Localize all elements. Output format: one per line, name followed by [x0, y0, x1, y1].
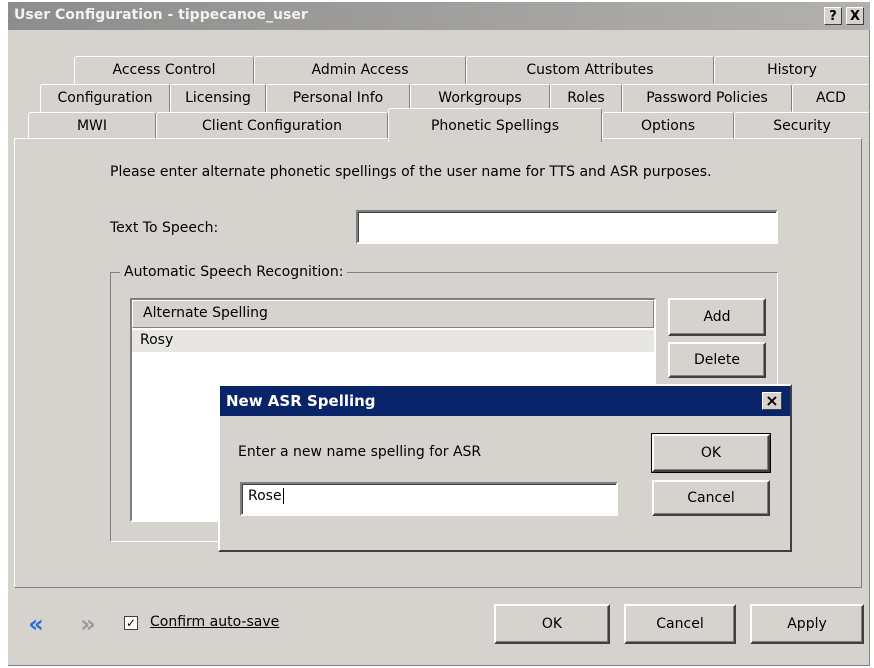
next-icon[interactable]: » — [72, 608, 104, 640]
tts-label: Text To Speech: — [110, 220, 219, 236]
tab-access-control[interactable]: Access Control — [74, 56, 254, 84]
dialog-titlebar: New ASR Spelling × — [220, 386, 790, 416]
tab-admin-access[interactable]: Admin Access — [254, 56, 466, 84]
asr-group-label: Automatic Speech Recognition: — [120, 264, 348, 280]
tab-acd[interactable]: ACD — [792, 84, 870, 112]
list-header-alternate-spelling[interactable]: Alternate Spelling — [132, 300, 654, 328]
tab-history[interactable]: History — [714, 56, 870, 84]
dialog-prompt: Enter a new name spelling for ASR — [238, 444, 482, 460]
confirm-autosave-checkbox[interactable]: ✓ — [124, 616, 138, 630]
delete-button[interactable]: Delete — [668, 342, 766, 378]
confirm-autosave-label[interactable]: Confirm auto-save — [150, 614, 279, 630]
tab-custom-attributes[interactable]: Custom Attributes — [466, 56, 714, 84]
apply-button[interactable]: Apply — [750, 604, 864, 644]
text-caret — [282, 488, 284, 504]
new-asr-spelling-dialog: New ASR Spelling × Enter a new name spel… — [218, 384, 792, 552]
dialog-title: New ASR Spelling — [226, 392, 376, 410]
tab-options[interactable]: Options — [602, 112, 734, 140]
tab-security[interactable]: Security — [734, 112, 870, 140]
close-button[interactable]: X — [846, 7, 864, 25]
tab-row-1: Access Control Admin Access Custom Attri… — [28, 56, 872, 84]
cancel-button[interactable]: Cancel — [624, 604, 736, 644]
tab-phonetic-spellings[interactable]: Phonetic Spellings — [388, 108, 602, 142]
tab-password-policies[interactable]: Password Policies — [622, 84, 792, 112]
dialog-cancel-button[interactable]: Cancel — [652, 480, 770, 516]
window-titlebar: User Configuration - tippecanoe_user ? X — [8, 2, 870, 30]
asr-spelling-value: Rose — [248, 488, 282, 504]
tab-licensing[interactable]: Licensing — [170, 84, 266, 112]
list-item[interactable]: Rosy — [132, 330, 654, 352]
add-button[interactable]: Add — [668, 298, 766, 336]
help-button[interactable]: ? — [824, 7, 842, 25]
tab-client-configuration[interactable]: Client Configuration — [156, 112, 388, 140]
tab-mwi[interactable]: MWI — [28, 112, 156, 140]
dialog-ok-button[interactable]: OK — [651, 433, 771, 473]
tts-input[interactable] — [356, 210, 778, 244]
window-title: User Configuration - tippecanoe_user — [14, 7, 308, 23]
tab-row-3: MWI Client Configuration Phonetic Spelli… — [28, 108, 872, 142]
ok-button[interactable]: OK — [494, 604, 610, 644]
previous-icon[interactable]: « — [20, 608, 52, 640]
asr-spelling-input[interactable]: Rose — [240, 482, 618, 516]
instructions-text: Please enter alternate phonetic spelling… — [110, 164, 712, 180]
tab-configuration[interactable]: Configuration — [40, 84, 170, 112]
dialog-close-icon[interactable]: × — [762, 392, 782, 410]
